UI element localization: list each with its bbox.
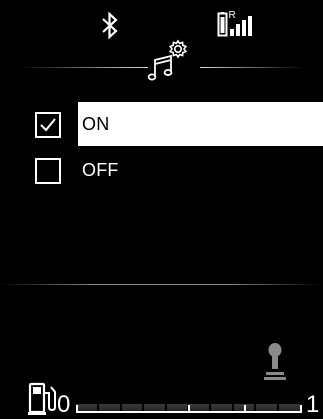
fuel-min-label: 0 [57,391,71,418]
battery-indicator-label: R [229,10,236,21]
fuel-scale-tick [76,405,78,413]
battery-signal-icon: R [217,10,252,37]
bluetooth-icon [102,11,118,40]
header-divider-right [200,67,304,68]
fuel-scale-tick [300,405,302,413]
screen: R ON OFF 0 1 [0,0,323,419]
checkbox-off[interactable] [35,158,61,184]
option-off[interactable]: OFF [0,148,323,192]
checkmark-icon [40,118,56,132]
option-on[interactable]: ON [0,102,323,146]
fuel-pump-icon [28,382,56,415]
section-divider [0,284,323,285]
option-label-off: OFF [82,160,119,180]
header-divider-left [20,67,148,68]
music-settings-icon [147,39,188,81]
fuel-max-label: 1 [306,391,320,418]
fuel-scale-tick [188,405,190,413]
selection-highlight [78,102,323,146]
option-label-on: ON [82,114,110,134]
gear-lever-icon [264,343,286,380]
fuel-scale-tick [244,405,246,413]
checkbox-on[interactable] [35,112,61,138]
